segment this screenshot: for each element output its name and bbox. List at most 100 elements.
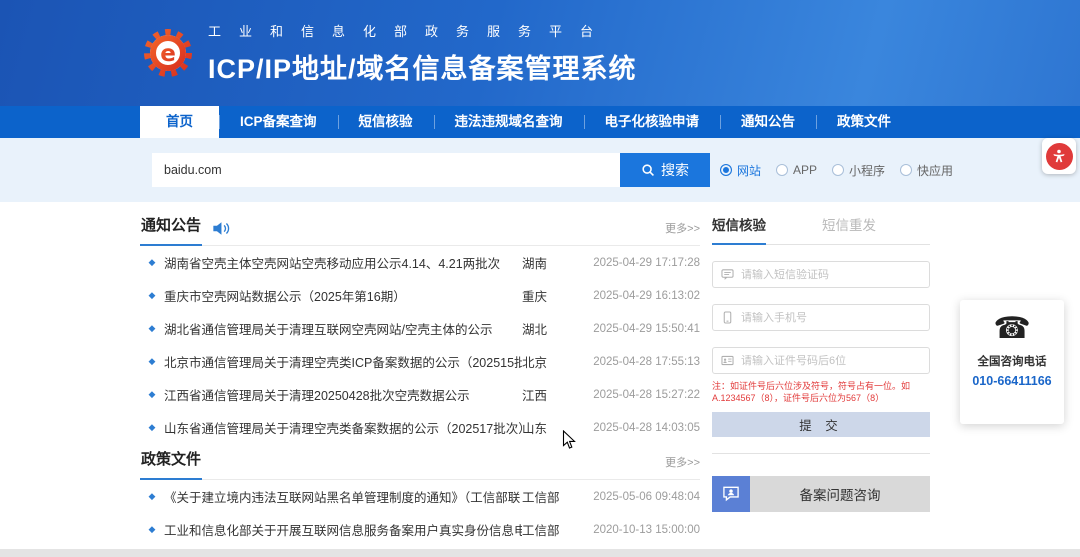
id-last6-input[interactable] — [741, 355, 921, 367]
radio-label: 小程序 — [849, 162, 885, 179]
search-type-website[interactable]: 网站 — [720, 162, 761, 179]
left-column: 通知公告 更多>> ◆ 湖南省空壳主体空壳网站空壳移动应用公示4.14、4.21… — [140, 202, 700, 557]
policy-title[interactable]: 工业和信息化部关于开展互联网信息服务备案用户真实身份信息电 — [164, 520, 522, 539]
search-type-group: 网站 APP 小程序 快应用 — [720, 162, 953, 179]
notice-region: 湖南 — [522, 253, 574, 272]
notice-title[interactable]: 湖北省通信管理局关于清理互联网空壳网站/空壳主体的公示 — [164, 319, 522, 338]
phone-input[interactable] — [741, 312, 921, 324]
nav-item-icp-query[interactable]: ICP备案查询 — [219, 106, 338, 138]
radio-label: 网站 — [737, 162, 761, 179]
consult-button[interactable]: 备案问题咨询 — [712, 476, 930, 512]
nav-item-illegal-domain-query[interactable]: 违法违规域名查询 — [434, 106, 584, 138]
tab-sms-resend[interactable]: 短信重发 — [822, 214, 876, 244]
accessibility-widget[interactable] — [1042, 138, 1076, 174]
radio-icon — [776, 164, 788, 176]
bullet-icon: ◆ — [140, 356, 164, 367]
sms-bubble-icon — [721, 268, 734, 281]
bullet-icon: ◆ — [140, 389, 164, 400]
notice-title[interactable]: 北京市通信管理局关于清理空壳类ICP备案数据的公示（202515批 — [164, 352, 522, 371]
notice-region: 北京 — [522, 352, 574, 371]
hotline-number: 010-66411166 — [960, 374, 1064, 388]
notices-title: 通知公告 — [140, 214, 202, 246]
chat-person-icon — [712, 476, 750, 512]
telephone-icon: ☎ — [960, 312, 1064, 346]
notice-date: 2025-04-29 15:50:41 — [574, 323, 700, 335]
right-column: 短信核验 短信重发 — [712, 202, 930, 557]
footer-strip — [0, 549, 1080, 557]
search-section: 搜索 网站 APP 小程序 快应用 — [0, 138, 1080, 202]
bullet-icon: ◆ — [140, 422, 164, 433]
policy-row[interactable]: ◆ 《关于建立境内违法互联网站黑名单管理制度的通知》（工信部联 工信部 2025… — [140, 480, 700, 513]
consult-label: 备案问题咨询 — [750, 476, 930, 512]
notice-date: 2025-04-29 16:13:02 — [574, 290, 700, 302]
nav-item-e-verify-apply[interactable]: 电子化核验申请 — [584, 106, 721, 138]
search-icon — [641, 163, 655, 177]
search-button[interactable]: 搜索 — [620, 153, 710, 187]
notice-region: 湖北 — [522, 319, 574, 338]
nav-item-home[interactable]: 首页 — [140, 106, 219, 138]
policy-title[interactable]: 《关于建立境内违法互联网站黑名单管理制度的通知》（工信部联 — [164, 487, 522, 506]
search-type-app[interactable]: APP — [776, 163, 817, 177]
sms-code-field-wrap — [712, 261, 930, 288]
notice-date: 2025-04-29 17:17:28 — [574, 257, 700, 269]
bullet-icon: ◆ — [140, 524, 164, 535]
notice-title[interactable]: 江西省通信管理局关于清理20250428批次空壳数据公示 — [164, 385, 522, 404]
tab-sms-verify[interactable]: 短信核验 — [712, 214, 766, 245]
submit-button[interactable]: 提 交 — [712, 412, 930, 437]
notice-region: 山东 — [522, 418, 574, 437]
notices-more-link[interactable]: 更多>> — [665, 220, 700, 245]
notice-row[interactable]: ◆ 北京市通信管理局关于清理空壳类ICP备案数据的公示（202515批 北京 2… — [140, 345, 700, 378]
sms-code-input[interactable] — [741, 269, 921, 281]
nav-item-notices[interactable]: 通知公告 — [720, 106, 816, 138]
site-banner: e 工业和信息化部政务服务平台 ICP/IP地址/域名信息备案管理系统 — [0, 0, 1080, 106]
search-type-miniprogram[interactable]: 小程序 — [832, 162, 885, 179]
divider — [712, 453, 930, 454]
search-box — [152, 153, 620, 187]
policy-region: 工信部 — [522, 520, 574, 539]
radio-icon — [900, 164, 912, 176]
radio-label: APP — [793, 163, 817, 177]
radio-label: 快应用 — [917, 162, 953, 179]
notice-row[interactable]: ◆ 重庆市空壳网站数据公示（2025年第16期） 重庆 2025-04-29 1… — [140, 279, 700, 312]
platform-title: 工业和信息化部政务服务平台 — [208, 21, 637, 40]
main-nav: 首页 ICP备案查询 短信核验 违法违规域名查询 电子化核验申请 通知公告 政策… — [0, 106, 1080, 138]
policy-region: 工信部 — [522, 487, 574, 506]
bullet-icon: ◆ — [140, 323, 164, 334]
policy-row[interactable]: ◆ 工业和信息化部关于开展互联网信息服务备案用户真实身份信息电 工信部 2020… — [140, 513, 700, 546]
policies-title: 政策文件 — [140, 448, 202, 480]
bullet-icon: ◆ — [140, 290, 164, 301]
page: e 工业和信息化部政务服务平台 ICP/IP地址/域名信息备案管理系统 首页 I… — [0, 0, 1080, 557]
notice-row[interactable]: ◆ 山东省通信管理局关于清理空壳类备案数据的公示（202517批次） 山东 20… — [140, 411, 700, 444]
notice-title[interactable]: 山东省通信管理局关于清理空壳类备案数据的公示（202517批次） — [164, 418, 522, 437]
policies-header: 政策文件 更多>> — [140, 444, 700, 480]
notice-region: 重庆 — [522, 286, 574, 305]
svg-text:e: e — [160, 41, 176, 67]
phone-field-wrap — [712, 304, 930, 331]
accessibility-icon — [1046, 143, 1073, 170]
notice-date: 2025-04-28 14:03:05 — [574, 422, 700, 434]
policy-date: 2025-05-06 09:48:04 — [574, 491, 700, 503]
sms-tabs: 短信核验 短信重发 — [712, 202, 930, 245]
main-content: 通知公告 更多>> ◆ 湖南省空壳主体空壳网站空壳移动应用公示4.14、4.21… — [0, 202, 1080, 557]
sms-note: 注：如证件号后六位涉及符号，符号占有一位。如A.1234567（8），证件号后六… — [712, 380, 930, 404]
nav-item-sms-verify[interactable]: 短信核验 — [338, 106, 434, 138]
icp-gear-logo-icon: e — [142, 27, 194, 79]
hotline-card: ☎ 全国咨询电话 010-66411166 — [960, 300, 1064, 424]
speaker-icon — [212, 221, 230, 236]
notice-row[interactable]: ◆ 湖北省通信管理局关于清理互联网空壳网站/空壳主体的公示 湖北 2025-04… — [140, 312, 700, 345]
notice-row[interactable]: ◆ 湖南省空壳主体空壳网站空壳移动应用公示4.14、4.21两批次 湖南 202… — [140, 246, 700, 279]
notice-date: 2025-04-28 15:27:22 — [574, 389, 700, 401]
id-card-icon — [721, 354, 734, 367]
notice-title[interactable]: 重庆市空壳网站数据公示（2025年第16期） — [164, 286, 522, 305]
notice-row[interactable]: ◆ 江西省通信管理局关于清理20250428批次空壳数据公示 江西 2025-0… — [140, 378, 700, 411]
notice-title[interactable]: 湖南省空壳主体空壳网站空壳移动应用公示4.14、4.21两批次 — [164, 253, 522, 272]
bullet-icon: ◆ — [140, 491, 164, 502]
hotline-title: 全国咨询电话 — [960, 353, 1064, 369]
search-input[interactable] — [152, 153, 620, 187]
system-title: ICP/IP地址/域名信息备案管理系统 — [208, 47, 637, 86]
nav-item-policies[interactable]: 政策文件 — [816, 106, 912, 138]
policies-more-link[interactable]: 更多>> — [665, 454, 700, 479]
phone-icon — [721, 311, 734, 324]
search-type-quickapp[interactable]: 快应用 — [900, 162, 953, 179]
radio-icon — [832, 164, 844, 176]
